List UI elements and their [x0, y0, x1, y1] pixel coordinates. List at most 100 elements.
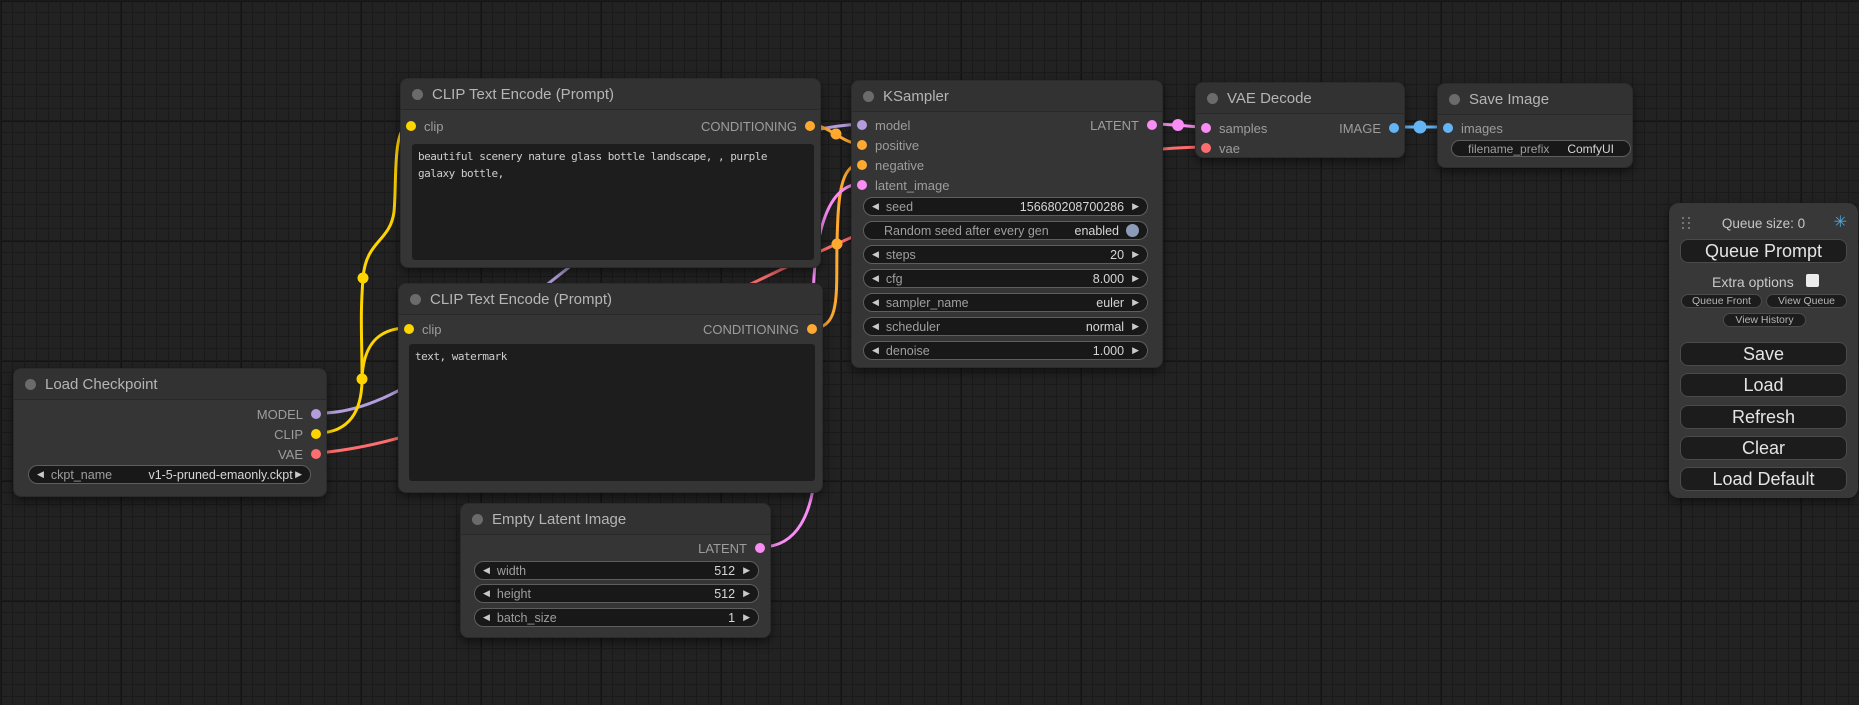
right-arrow-icon[interactable]: ▶: [295, 470, 302, 479]
node-title-bar[interactable]: Empty Latent Image: [461, 504, 770, 535]
port-input-latent-image[interactable]: latent_image: [857, 176, 949, 194]
widget-sampler-name[interactable]: ◀ sampler_name euler ▶: [863, 293, 1148, 312]
right-arrow-icon[interactable]: ▶: [1132, 322, 1139, 331]
settings-gear-icon[interactable]: ✳: [1834, 212, 1847, 232]
latent-port-icon[interactable]: [1201, 123, 1211, 133]
left-arrow-icon[interactable]: ◀: [872, 322, 879, 331]
right-arrow-icon[interactable]: ▶: [1132, 274, 1139, 283]
node-ksampler[interactable]: KSampler model positive negative latent_…: [851, 80, 1163, 368]
left-arrow-icon[interactable]: ◀: [872, 346, 879, 355]
widget-random-seed-toggle[interactable]: Random seed after every gen enabled: [863, 221, 1148, 240]
port-output-conditioning[interactable]: CONDITIONING: [703, 320, 817, 338]
view-queue-button[interactable]: View Queue: [1766, 294, 1847, 308]
port-output-image[interactable]: IMAGE: [1339, 119, 1399, 137]
node-collapse-dot-icon[interactable]: [1449, 94, 1460, 105]
left-arrow-icon[interactable]: ◀: [872, 274, 879, 283]
port-input-positive[interactable]: positive: [857, 136, 919, 154]
node-title-bar[interactable]: KSampler: [852, 81, 1162, 112]
left-arrow-icon[interactable]: ◀: [483, 589, 490, 598]
widget-filename-prefix[interactable]: filename_prefix ComfyUI: [1451, 140, 1631, 157]
node-collapse-dot-icon[interactable]: [412, 89, 423, 100]
port-input-images[interactable]: images: [1443, 119, 1503, 137]
node-title-bar[interactable]: Load Checkpoint: [14, 369, 326, 400]
right-arrow-icon[interactable]: ▶: [1132, 298, 1139, 307]
port-output-model[interactable]: MODEL: [257, 405, 321, 423]
latent-port-icon[interactable]: [857, 180, 867, 190]
queue-front-button[interactable]: Queue Front: [1681, 294, 1762, 308]
port-input-vae[interactable]: vae: [1201, 139, 1240, 157]
node-collapse-dot-icon[interactable]: [863, 91, 874, 102]
right-arrow-icon[interactable]: ▶: [1132, 250, 1139, 259]
left-arrow-icon[interactable]: ◀: [872, 298, 879, 307]
port-input-negative[interactable]: negative: [857, 156, 924, 174]
port-input-samples[interactable]: samples: [1201, 119, 1267, 137]
load-button[interactable]: Load: [1680, 373, 1847, 397]
node-collapse-dot-icon[interactable]: [410, 294, 421, 305]
widget-ckpt-name[interactable]: ◀ ckpt_name v1-5-pruned-emaonly.ckpt ▶: [28, 465, 311, 484]
node-empty-latent-image[interactable]: Empty Latent Image LATENT ◀ width 512 ▶ …: [460, 503, 771, 638]
left-arrow-icon[interactable]: ◀: [872, 250, 879, 259]
positive-prompt-textarea[interactable]: beautiful scenery nature glass bottle la…: [412, 144, 814, 260]
conditioning-port-icon[interactable]: [857, 140, 867, 150]
widget-width[interactable]: ◀ width 512 ▶: [474, 561, 759, 580]
negative-prompt-textarea[interactable]: text, watermark: [409, 344, 815, 481]
vae-port-icon[interactable]: [1201, 143, 1211, 153]
port-input-model[interactable]: model: [857, 116, 910, 134]
port-output-latent[interactable]: LATENT: [1090, 116, 1157, 134]
port-output-vae[interactable]: VAE: [278, 445, 321, 463]
widget-steps[interactable]: ◀ steps 20 ▶: [863, 245, 1148, 264]
node-save-image[interactable]: Save Image images filename_prefix ComfyU…: [1437, 83, 1633, 168]
node-collapse-dot-icon[interactable]: [1207, 93, 1218, 104]
image-port-icon[interactable]: [1389, 123, 1399, 133]
port-input-clip[interactable]: clip: [404, 320, 442, 338]
right-arrow-icon[interactable]: ▶: [743, 613, 750, 622]
widget-batch-size[interactable]: ◀ batch_size 1 ▶: [474, 608, 759, 627]
node-clip-text-encode-positive[interactable]: CLIP Text Encode (Prompt) clip CONDITION…: [400, 78, 821, 268]
left-arrow-icon[interactable]: ◀: [483, 613, 490, 622]
latent-port-icon[interactable]: [1147, 120, 1157, 130]
left-arrow-icon[interactable]: ◀: [872, 202, 879, 211]
node-title-bar[interactable]: CLIP Text Encode (Prompt): [399, 284, 822, 315]
load-default-button[interactable]: Load Default: [1680, 467, 1847, 491]
left-arrow-icon[interactable]: ◀: [483, 566, 490, 575]
model-port-icon[interactable]: [311, 409, 321, 419]
node-collapse-dot-icon[interactable]: [472, 514, 483, 525]
clear-button[interactable]: Clear: [1680, 436, 1847, 460]
node-load-checkpoint[interactable]: Load Checkpoint MODEL CLIP VAE ◀ ckpt_na…: [13, 368, 327, 497]
conditioning-port-icon[interactable]: [857, 160, 867, 170]
right-arrow-icon[interactable]: ▶: [743, 566, 750, 575]
refresh-button[interactable]: Refresh: [1680, 405, 1847, 429]
widget-height[interactable]: ◀ height 512 ▶: [474, 584, 759, 603]
node-vae-decode[interactable]: VAE Decode samples vae IMAGE: [1195, 82, 1405, 158]
port-output-conditioning[interactable]: CONDITIONING: [701, 117, 815, 135]
right-arrow-icon[interactable]: ▶: [1132, 346, 1139, 355]
widget-seed[interactable]: ◀ seed 156680208700286 ▶: [863, 197, 1148, 216]
port-output-clip[interactable]: CLIP: [274, 425, 321, 443]
clip-port-icon[interactable]: [406, 121, 416, 131]
conditioning-port-icon[interactable]: [807, 324, 817, 334]
node-title-bar[interactable]: Save Image: [1438, 84, 1632, 115]
widget-scheduler[interactable]: ◀ scheduler normal ▶: [863, 317, 1148, 336]
widget-denoise[interactable]: ◀ denoise 1.000 ▶: [863, 341, 1148, 360]
save-button[interactable]: Save: [1680, 342, 1847, 366]
node-graph-canvas[interactable]: Load Checkpoint MODEL CLIP VAE ◀ ckpt_na…: [0, 0, 1859, 705]
node-collapse-dot-icon[interactable]: [25, 379, 36, 390]
model-port-icon[interactable]: [857, 120, 867, 130]
view-history-button[interactable]: View History: [1723, 313, 1806, 327]
widget-cfg[interactable]: ◀ cfg 8.000 ▶: [863, 269, 1148, 288]
node-title-bar[interactable]: CLIP Text Encode (Prompt): [401, 79, 820, 110]
vae-port-icon[interactable]: [311, 449, 321, 459]
toggle-enabled-icon[interactable]: [1126, 224, 1139, 237]
right-arrow-icon[interactable]: ▶: [743, 589, 750, 598]
left-arrow-icon[interactable]: ◀: [37, 470, 44, 479]
image-port-icon[interactable]: [1443, 123, 1453, 133]
conditioning-port-icon[interactable]: [805, 121, 815, 131]
extra-options-checkbox[interactable]: [1806, 274, 1819, 287]
clip-port-icon[interactable]: [404, 324, 414, 334]
right-arrow-icon[interactable]: ▶: [1132, 202, 1139, 211]
node-clip-text-encode-negative[interactable]: CLIP Text Encode (Prompt) clip CONDITION…: [398, 283, 823, 493]
port-input-clip[interactable]: clip: [406, 117, 444, 135]
latent-port-icon[interactable]: [755, 543, 765, 553]
port-output-latent[interactable]: LATENT: [698, 539, 765, 557]
node-title-bar[interactable]: VAE Decode: [1196, 83, 1404, 114]
